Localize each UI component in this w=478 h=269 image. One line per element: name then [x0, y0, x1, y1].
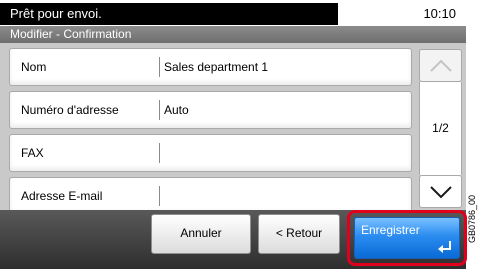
field-label: Numéro d'adresse	[21, 103, 119, 117]
field-list: Nom Sales department 1 Numéro d'adresse …	[0, 43, 466, 215]
enter-icon	[438, 241, 451, 253]
pagination-control: 1/2	[419, 49, 462, 209]
field-value: Auto	[164, 103, 189, 117]
field-row-numero-adresse[interactable]: Numéro d'adresse Auto	[9, 91, 412, 129]
field-value: Sales department 1	[164, 60, 269, 74]
back-button[interactable]: < Retour	[258, 214, 340, 254]
cancel-button[interactable]: Annuler	[151, 214, 251, 254]
chevron-up-icon	[430, 59, 452, 72]
save-button-highlight: Enregistrer	[347, 210, 467, 266]
touch-panel-screen: Prêt pour envoi. 10:10 Modifier - Confir…	[0, 0, 467, 269]
figure-code: GB0786_00	[466, 0, 478, 269]
chevron-down-icon	[430, 186, 452, 199]
field-separator	[159, 143, 160, 163]
field-label: FAX	[21, 146, 44, 160]
save-button[interactable]: Enregistrer	[354, 217, 460, 259]
scroll-down-button[interactable]	[419, 175, 462, 208]
status-message: Prêt pour envoi.	[0, 3, 338, 25]
status-bar: Prêt pour envoi. 10:10	[0, 0, 466, 28]
field-label: Nom	[21, 60, 47, 74]
field-label: Adresse E-mail	[21, 189, 103, 203]
page-indicator: 1/2	[419, 82, 462, 175]
field-row-fax[interactable]: FAX	[9, 134, 412, 172]
status-time: 10:10	[423, 6, 456, 21]
field-separator	[159, 100, 160, 120]
field-separator	[159, 186, 160, 206]
scroll-up-button[interactable]	[419, 49, 462, 82]
page-title: Modifier - Confirmation	[0, 26, 466, 43]
field-separator	[159, 57, 160, 77]
save-button-label: Enregistrer	[361, 223, 420, 237]
field-row-nom[interactable]: Nom Sales department 1	[9, 48, 412, 86]
figure-code-label: GB0786_00	[467, 194, 477, 243]
bottom-toolbar: Annuler < Retour Enregistrer	[0, 210, 467, 269]
